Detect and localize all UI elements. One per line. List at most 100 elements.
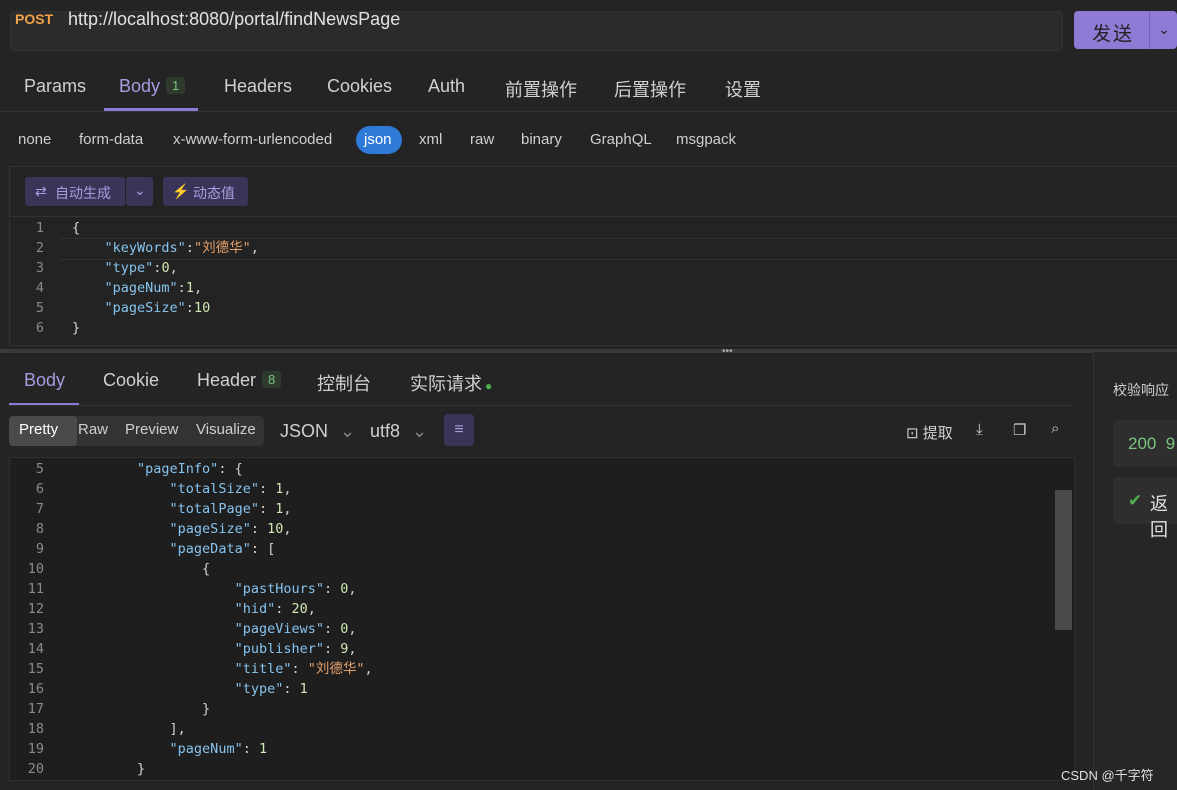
line-content: "pastHours": 0,	[72, 579, 357, 599]
tab-headers[interactable]: Headers	[224, 76, 292, 97]
tab-pre-ops[interactable]: 前置操作	[505, 76, 577, 102]
url-input[interactable]: http://localhost:8080/portal/findNewsPag…	[68, 9, 400, 30]
validate-title: 校验响应	[1113, 382, 1169, 398]
line-content: "type": 1	[72, 679, 308, 699]
view-pretty[interactable]: Pretty	[19, 421, 58, 438]
line-number: 17	[27, 701, 44, 717]
line-number: 11	[27, 581, 44, 597]
line-content: "keyWords":"刘德华",	[72, 238, 259, 258]
body-type-msgpack[interactable]: msgpack	[676, 131, 736, 148]
download-icon[interactable]: ⤓	[976, 421, 983, 438]
token-punc: :	[185, 300, 194, 316]
token-punc: ],	[72, 721, 186, 737]
token-key: "totalSize"	[169, 481, 259, 497]
view-raw[interactable]: Raw	[78, 421, 108, 438]
body-type-binary[interactable]: binary	[521, 131, 562, 148]
word-wrap-icon[interactable]: ≡	[444, 414, 474, 446]
code-line: 16 "type": 1	[10, 679, 308, 699]
tab-console[interactable]: 控制台	[317, 370, 371, 396]
body-type-xml[interactable]: xml	[419, 131, 442, 148]
code-line: 1{	[10, 218, 80, 238]
token-punc: ,	[348, 581, 357, 597]
encoding-select[interactable]: utf8 ⌄	[370, 421, 427, 442]
tab-post-ops[interactable]: 后置操作	[614, 76, 686, 102]
line-content: "pageSize": 10,	[72, 519, 292, 539]
line-content: {	[72, 559, 210, 579]
token-punc: :	[258, 501, 276, 517]
body-type-none[interactable]: none	[18, 131, 51, 148]
copy-icon[interactable]: ❐	[1013, 421, 1026, 439]
token-punc	[72, 621, 235, 637]
token-punc: {	[72, 561, 211, 577]
tab-params[interactable]: Params	[24, 76, 86, 97]
tab-body[interactable]: Body 1	[119, 76, 186, 97]
tab-actual-request[interactable]: 实际请求 ●	[410, 370, 492, 396]
chevron-down-icon: ⌄	[134, 182, 146, 198]
body-type-json[interactable]: json	[364, 131, 392, 148]
token-num: 20	[291, 601, 308, 617]
line-number: 20	[27, 761, 44, 777]
code-line: 8 "pageSize": 10,	[10, 519, 292, 539]
line-content: "type":0,	[72, 258, 178, 278]
code-line: 14 "publisher": 9,	[10, 639, 357, 659]
token-punc: :	[283, 681, 300, 697]
token-punc	[72, 641, 235, 657]
line-number: 7	[35, 501, 44, 517]
body-type-form-data[interactable]: form-data	[79, 131, 143, 148]
token-punc: : {	[218, 461, 243, 477]
token-punc: ,	[307, 601, 316, 617]
token-punc	[72, 240, 105, 256]
search-icon[interactable]: ⌕	[1051, 420, 1059, 437]
token-num: 10	[267, 521, 284, 537]
line-content: }	[72, 699, 210, 719]
tab-response-body[interactable]: Body	[24, 370, 65, 391]
line-number: 8	[35, 521, 44, 537]
status-dot-icon: ●	[485, 379, 493, 393]
body-type-urlencoded[interactable]: x-www-form-urlencoded	[173, 131, 332, 148]
result-label: 返回	[1150, 494, 1168, 540]
line-number: 1	[35, 220, 44, 236]
tab-auth[interactable]: Auth	[428, 76, 465, 97]
sync-icon: ⇄	[35, 183, 47, 199]
body-type-raw[interactable]: raw	[470, 131, 494, 148]
extract-button[interactable]: ⊡ 提取	[906, 422, 953, 443]
token-punc: :	[177, 280, 186, 296]
token-punc	[72, 481, 170, 497]
token-punc: :	[242, 741, 259, 757]
send-button[interactable]: 发送 ⌄	[1074, 11, 1177, 49]
token-punc	[72, 741, 170, 757]
line-content: }	[72, 318, 80, 338]
status-card: 200 9	[1113, 420, 1177, 467]
format-select[interactable]: JSON ⌄	[280, 421, 355, 442]
body-type-graphql[interactable]: GraphQL	[590, 131, 652, 148]
divider	[0, 111, 1177, 112]
token-key: "pageSize"	[104, 300, 186, 316]
http-method[interactable]: POST	[15, 11, 53, 27]
line-number: 4	[35, 280, 44, 296]
tab-settings[interactable]: 设置	[725, 76, 761, 102]
token-key: "publisher"	[234, 641, 324, 657]
code-line: 6 "totalSize": 1,	[10, 479, 292, 499]
view-preview[interactable]: Preview	[125, 421, 178, 438]
line-content: "title": "刘德华",	[72, 659, 373, 679]
view-mode-switch[interactable]: Pretty Raw Preview Visualize	[9, 416, 264, 446]
view-visualize[interactable]: Visualize	[196, 421, 256, 438]
tab-response-header[interactable]: Header 8	[197, 370, 282, 391]
token-key: "type"	[234, 681, 284, 697]
token-punc: }	[72, 320, 81, 336]
drag-handle-icon[interactable]: •••	[722, 346, 733, 357]
token-punc: ,	[348, 641, 357, 657]
token-punc: :	[275, 601, 292, 617]
auto-generate-button[interactable]: ⇄ 自动生成	[25, 177, 125, 206]
scrollbar-thumb[interactable]	[1055, 490, 1072, 630]
auto-generate-dropdown[interactable]: ⌄	[126, 177, 153, 206]
token-key: "pageSize"	[169, 521, 251, 537]
chevron-down-icon[interactable]: ⌄	[1158, 21, 1170, 38]
dynamic-value-label: 动态值	[193, 185, 235, 201]
token-punc	[72, 461, 137, 477]
dynamic-value-button[interactable]: ⚡ 动态值	[163, 177, 248, 206]
token-punc: ,	[193, 280, 203, 296]
tab-cookies[interactable]: Cookies	[327, 76, 392, 97]
tab-response-cookie[interactable]: Cookie	[103, 370, 159, 391]
pane-splitter[interactable]	[0, 349, 1177, 353]
